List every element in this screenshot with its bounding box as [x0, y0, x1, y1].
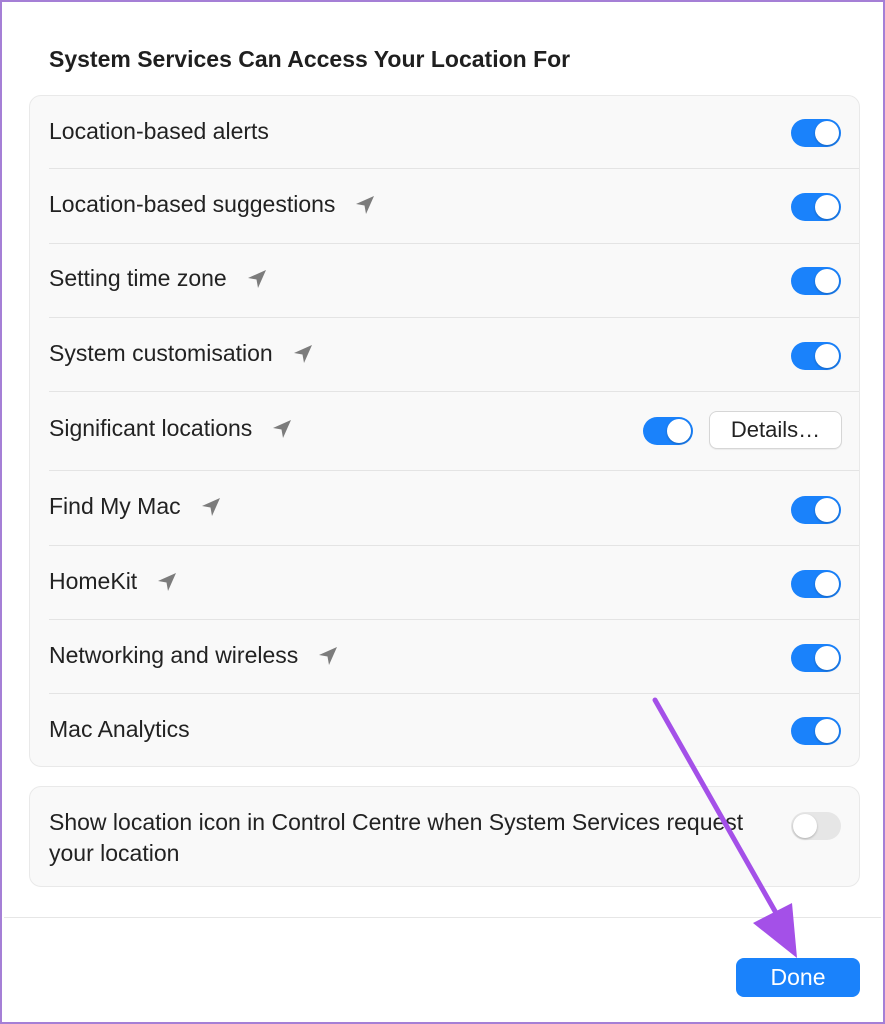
dialog-window: System Services Can Access Your Location…: [0, 0, 885, 1024]
service-label: Location-based suggestions: [49, 191, 336, 217]
footer-divider: [4, 917, 881, 918]
toggle-time-zone[interactable]: [791, 267, 841, 295]
service-row-time-zone: Setting time zone: [30, 243, 859, 317]
toggle-significant-locations[interactable]: [643, 417, 693, 445]
toggle-homekit[interactable]: [791, 570, 841, 598]
service-label: Location-based alerts: [49, 118, 269, 144]
service-label: Find My Mac: [49, 493, 181, 519]
service-row-networking-wireless: Networking and wireless: [30, 619, 859, 693]
service-label: Mac Analytics: [49, 716, 190, 742]
service-row-mac-analytics: Mac Analytics: [30, 693, 859, 768]
done-button[interactable]: Done: [736, 958, 860, 997]
location-arrow-icon: [158, 572, 177, 591]
toggle-control-centre-icon[interactable]: [791, 812, 841, 840]
section-title: System Services Can Access Your Location…: [49, 46, 571, 72]
service-row-significant-locations: Significant locations Details…: [30, 391, 859, 470]
service-label: System customisation: [49, 340, 273, 366]
location-arrow-icon: [247, 269, 266, 288]
toggle-find-my-mac[interactable]: [791, 496, 841, 524]
toggle-networking-wireless[interactable]: [791, 644, 841, 672]
details-button[interactable]: Details…: [709, 411, 842, 449]
service-label: Setting time zone: [49, 265, 227, 291]
service-label: Networking and wireless: [49, 642, 299, 668]
services-group: Location-based alerts Location-based sug…: [29, 95, 860, 767]
service-label: HomeKit: [49, 568, 138, 594]
location-arrow-icon: [293, 344, 312, 363]
toggle-system-customisation[interactable]: [791, 342, 841, 370]
service-row-homekit: HomeKit: [30, 545, 859, 619]
service-row-location-alerts: Location-based alerts: [30, 96, 859, 169]
service-row-find-my-mac: Find My Mac: [30, 470, 859, 545]
toggle-mac-analytics[interactable]: [791, 717, 841, 745]
toggle-location-suggestions[interactable]: [791, 193, 841, 221]
service-row-system-customisation: System customisation: [30, 317, 859, 391]
control-centre-group: Show location icon in Control Centre whe…: [29, 786, 860, 887]
location-arrow-icon: [319, 646, 338, 665]
service-row-location-suggestions: Location-based suggestions: [30, 169, 859, 243]
toggle-location-alerts[interactable]: [791, 119, 841, 147]
location-arrow-icon: [201, 497, 220, 516]
service-label: Significant locations: [49, 415, 253, 441]
control-centre-label: Show location icon in Control Centre whe…: [49, 809, 744, 866]
location-arrow-icon: [356, 195, 375, 214]
location-arrow-icon: [273, 419, 292, 438]
